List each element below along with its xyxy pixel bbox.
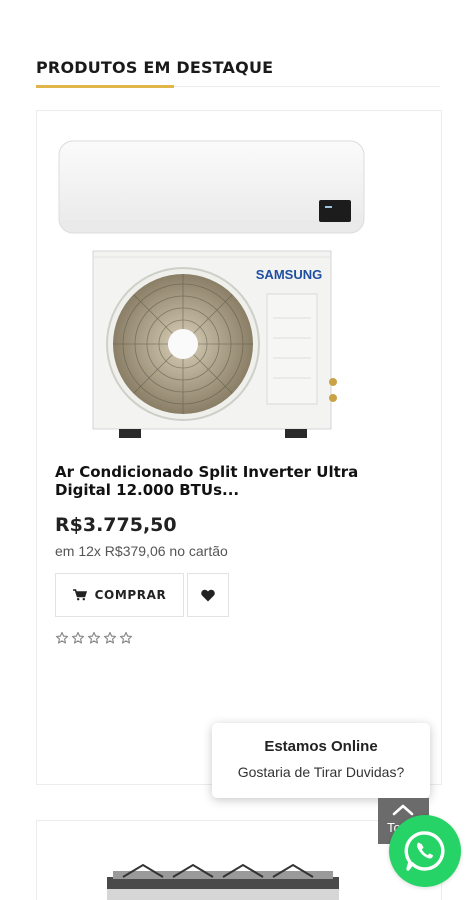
star-outline-icon [119, 631, 133, 644]
section-header: PRODUTOS EM DESTAQUE [36, 58, 440, 88]
star-outline-icon [103, 631, 117, 644]
whatsapp-button[interactable] [389, 815, 461, 887]
svg-text:SAMSUNG: SAMSUNG [256, 267, 322, 282]
cart-icon [72, 589, 87, 601]
chat-subtitle: Gostaria de Tirar Duvidas? [237, 764, 405, 780]
product-image[interactable] [99, 861, 359, 900]
heart-icon [201, 589, 215, 601]
section-title-underline [36, 85, 174, 88]
chevron-up-icon [392, 804, 414, 816]
section-title: PRODUTOS EM DESTAQUE [36, 58, 274, 77]
star-outline-icon [55, 631, 69, 644]
whatsapp-icon [404, 831, 445, 871]
buy-button-label: COMPRAR [94, 588, 167, 602]
rating-stars [55, 631, 133, 645]
product-card[interactable]: SAMSUNG Ar Condicionado Split Inverter U… [36, 110, 442, 785]
installment-info: em 12x R$379,06 no cartão [55, 543, 228, 559]
product-image[interactable]: SAMSUNG [57, 136, 367, 446]
star-outline-icon [71, 631, 85, 644]
chat-popup[interactable]: Estamos Online Gostaria de Tirar Duvidas… [212, 723, 430, 798]
product-name[interactable]: Ar Condicionado Split Inverter Ultra Dig… [55, 463, 395, 499]
wishlist-button[interactable] [187, 573, 229, 617]
buy-button[interactable]: COMPRAR [55, 573, 184, 617]
star-outline-icon [87, 631, 101, 644]
product-price: R$3.775,50 [55, 514, 177, 536]
chat-title: Estamos Online [264, 738, 378, 755]
